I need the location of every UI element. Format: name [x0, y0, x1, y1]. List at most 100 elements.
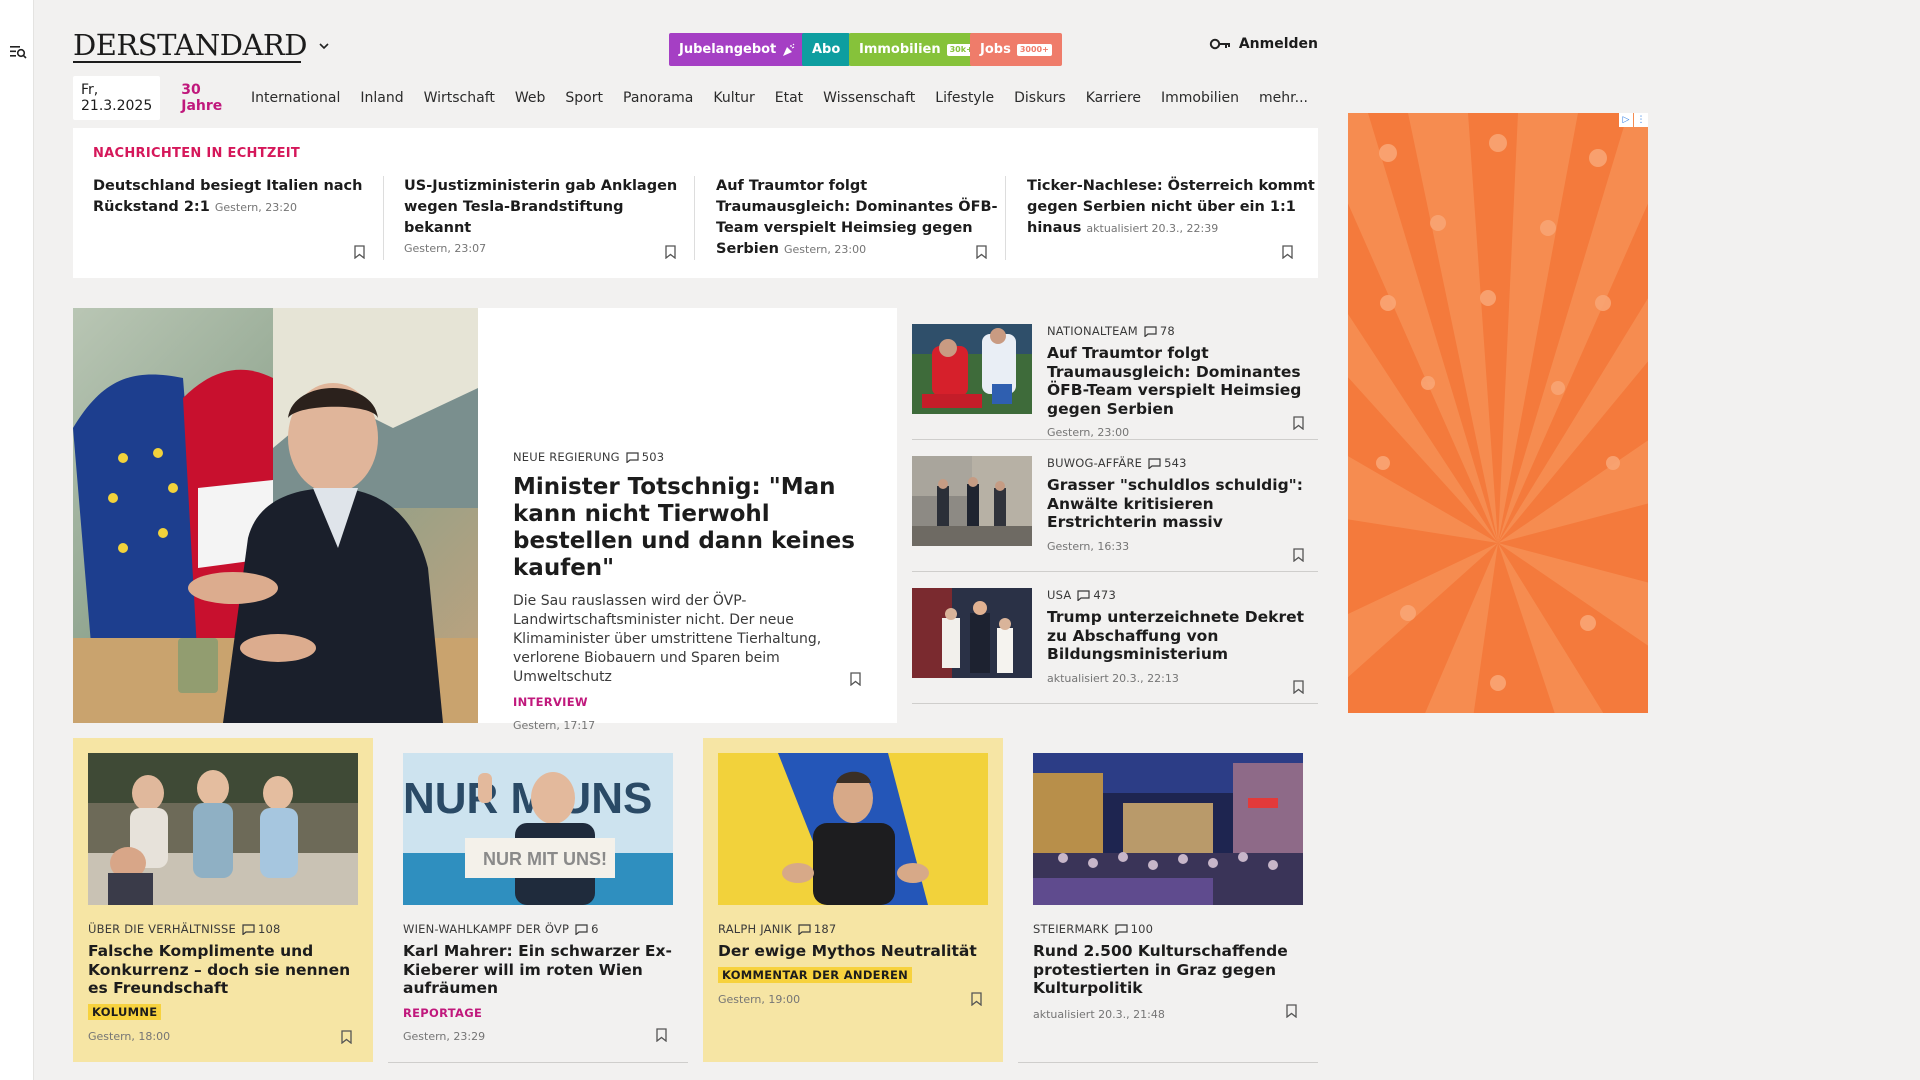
comment-count[interactable]: 78: [1144, 324, 1175, 338]
login-button[interactable]: Anmelden: [1209, 36, 1318, 52]
list-item[interactable]: USA 473 Trump unterzeichnete Dekret zu A…: [912, 572, 1318, 704]
nav-item-panorama[interactable]: Panorama: [613, 84, 703, 112]
article-card[interactable]: RALPH JANIK 187 Der ewige Mythos Neutral…: [703, 738, 1003, 1062]
bookmark-icon[interactable]: [354, 245, 365, 259]
list-item-text: USA 473 Trump unterzeichnete Dekret zu A…: [1047, 588, 1307, 685]
kicker-label: BUWOG-AFFÄRE: [1047, 456, 1143, 470]
ad-choices-badge[interactable]: ▷ ⋮: [1619, 113, 1648, 127]
comment-count[interactable]: 6: [575, 922, 599, 936]
lead-title[interactable]: Minister Totschnig: "Man kann nicht Tier…: [513, 474, 863, 582]
promo-jobs-button[interactable]: Jobs 3000+: [970, 33, 1062, 66]
promo-jubelangebot-button[interactable]: Jubelangebot: [669, 33, 807, 66]
bookmark-icon[interactable]: [1293, 680, 1304, 694]
comment-count[interactable]: 100: [1114, 922, 1154, 936]
nav-item-lifestyle[interactable]: Lifestyle: [925, 84, 1004, 112]
nav-item-wirtschaft[interactable]: Wirtschaft: [414, 84, 505, 112]
lead-article-image[interactable]: [73, 308, 478, 723]
comment-icon: [242, 923, 255, 935]
article-image[interactable]: [718, 753, 988, 905]
promo-abo-button[interactable]: Abo: [802, 33, 851, 66]
divider: [1018, 1062, 1318, 1063]
nav-item-immobilien[interactable]: Immobilien: [1151, 84, 1249, 112]
ticker-item[interactable]: US-Justizministerin gab Anklagen wegen T…: [404, 176, 694, 260]
comment-count[interactable]: 108: [242, 922, 281, 936]
lead-article[interactable]: NEUE REGIERUNG 503 Minister Totschnig: "…: [73, 308, 897, 732]
more-options-icon[interactable]: ⋮: [1634, 113, 1648, 127]
list-item-text: BUWOG-AFFÄRE 543 Grasser "schuldlos schu…: [1047, 456, 1307, 553]
comment-count-value: 100: [1130, 922, 1154, 936]
article-time: Gestern, 18:00: [88, 1029, 171, 1043]
promo-immobilien-button[interactable]: Immobilien 30k+: [849, 33, 986, 66]
nav-item-more[interactable]: mehr...: [1249, 84, 1318, 112]
article-image[interactable]: NUR M UNS NUR MIT UNS!: [403, 753, 673, 905]
bookmark-icon[interactable]: [665, 245, 676, 259]
ticker-item-time: Gestern, 23:07: [404, 242, 487, 255]
nav-item-etat[interactable]: Etat: [765, 84, 813, 112]
bookmark-icon[interactable]: [656, 1028, 667, 1042]
promo-count-badge: 3000+: [1016, 43, 1052, 56]
advertisement-banner[interactable]: ▷ ⋮: [1348, 113, 1648, 713]
article-title[interactable]: Falsche Komplimente und Konkurrenz – doc…: [88, 942, 358, 998]
menu-search-icon[interactable]: [10, 44, 27, 60]
key-icon: [1209, 38, 1230, 50]
ticker-item[interactable]: Ticker-Nachlese: Österreich kommt gegen …: [1027, 176, 1317, 260]
nav-item-inland[interactable]: Inland: [350, 84, 413, 112]
article-title[interactable]: Rund 2.500 Kulturschaffende protestierte…: [1033, 942, 1303, 998]
comment-count[interactable]: 473: [1077, 588, 1116, 602]
ticker-item[interactable]: Deutschland besiegt Italien nach Rücksta…: [93, 176, 383, 260]
article-card[interactable]: NUR M UNS NUR MIT UNS! WIEN-WAHLKAMPF DE…: [388, 738, 688, 1062]
nav-item-diskurs[interactable]: Diskurs: [1004, 84, 1076, 112]
comment-count[interactable]: 503: [626, 450, 665, 464]
comment-count[interactable]: 187: [798, 922, 837, 936]
nav-item-wissenschaft[interactable]: Wissenschaft: [813, 84, 925, 112]
article-title[interactable]: Der ewige Mythos Neutralität: [718, 942, 988, 961]
article-thumbnail[interactable]: [912, 456, 1032, 546]
bookmark-icon[interactable]: [976, 245, 987, 259]
article-tag: REPORTAGE: [403, 1005, 483, 1020]
article-card[interactable]: STEIERMARK 100 Rund 2.500 Kulturschaffen…: [1018, 738, 1318, 1062]
nav-item-30-jahre[interactable]: 30 Jahre: [171, 76, 241, 120]
article-time: Gestern, 23:00: [1047, 426, 1130, 439]
ticker-item[interactable]: Auf Traumtor folgt Traumausgleich: Domin…: [716, 176, 1006, 260]
article-card[interactable]: ÜBER DIE VERHÄLTNISSE 108 Falsche Kompli…: [73, 738, 373, 1062]
bookmark-icon[interactable]: [1293, 416, 1304, 430]
site-logo[interactable]: DERSTANDARD: [73, 28, 307, 62]
promo-label: Immobilien: [859, 42, 941, 57]
promo-label: Jubelangebot: [679, 42, 777, 57]
kicker: BUWOG-AFFÄRE 543: [1047, 456, 1307, 470]
article-title[interactable]: Grasser "schuldlos schuldig": Anwälte kr…: [1047, 476, 1307, 532]
nav-item-web[interactable]: Web: [505, 84, 556, 112]
comment-count[interactable]: 543: [1148, 456, 1187, 470]
nav-item-sport[interactable]: Sport: [555, 84, 613, 112]
divider: [1005, 176, 1006, 260]
article-tag: KOLUMNE: [88, 1003, 162, 1020]
nav-item-international[interactable]: International: [241, 84, 350, 112]
article-thumbnail[interactable]: [912, 324, 1032, 414]
divider: [383, 176, 384, 260]
article-title[interactable]: Trump unterzeichnete Dekret zu Abschaffu…: [1047, 608, 1307, 664]
ad-choices-icon[interactable]: ▷: [1619, 113, 1633, 127]
bookmark-icon[interactable]: [1286, 1004, 1297, 1018]
bookmark-icon[interactable]: [1293, 548, 1304, 562]
lead-kicker: NEUE REGIERUNG 503: [513, 450, 863, 464]
bookmark-icon[interactable]: [971, 992, 982, 1006]
comment-icon: [626, 451, 639, 463]
comment-icon: [1114, 923, 1128, 935]
bookmark-icon[interactable]: [1282, 245, 1293, 259]
bookmark-icon[interactable]: [341, 1030, 352, 1044]
chevron-down-icon[interactable]: [318, 40, 330, 52]
article-thumbnail[interactable]: [912, 588, 1032, 678]
article-image[interactable]: [88, 753, 358, 905]
article-title[interactable]: Auf Traumtor folgt Traumausgleich: Domin…: [1047, 344, 1307, 418]
kicker-label: RALPH JANIK: [718, 922, 792, 936]
bookmark-icon[interactable]: [850, 672, 861, 686]
nav-item-kultur[interactable]: Kultur: [703, 84, 764, 112]
article-image[interactable]: [1033, 753, 1303, 905]
comment-count-value: 108: [257, 922, 281, 936]
article-time: aktualisiert 20.3., 21:48: [1033, 1007, 1165, 1021]
article-title[interactable]: Karl Mahrer: Ein schwarzer Ex-Kieberer w…: [403, 942, 673, 998]
image-background-text: NUR M UNS: [403, 774, 652, 823]
list-item[interactable]: NATIONALTEAM 78 Auf Traumtor folgt Traum…: [912, 308, 1318, 440]
nav-item-karriere[interactable]: Karriere: [1076, 84, 1151, 112]
list-item[interactable]: BUWOG-AFFÄRE 543 Grasser "schuldlos schu…: [912, 440, 1318, 572]
